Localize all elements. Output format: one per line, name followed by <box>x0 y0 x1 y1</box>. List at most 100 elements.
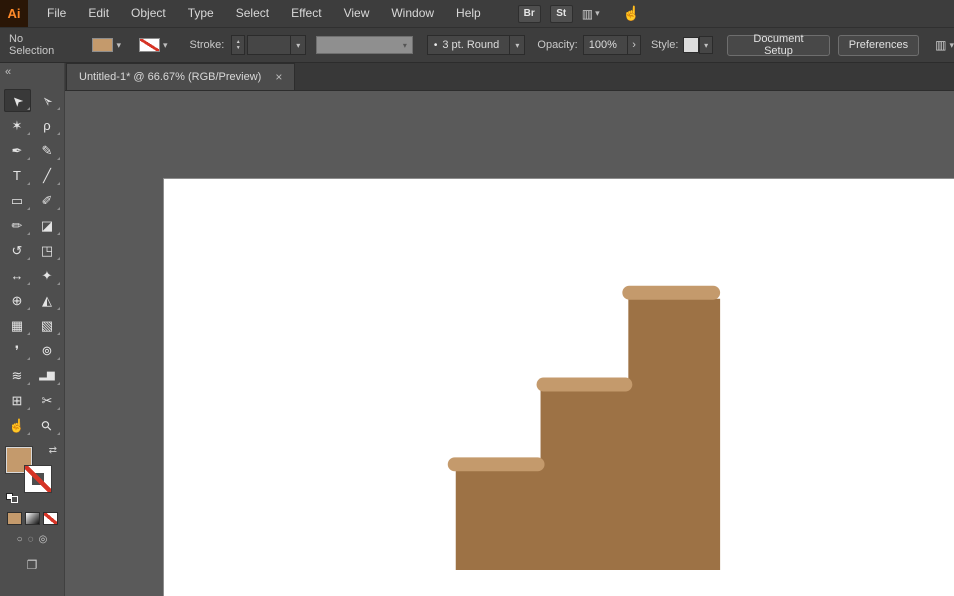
magic-wand-tool[interactable]: ✶ <box>4 114 31 137</box>
rectangle-tool[interactable]: ▭ <box>4 189 31 212</box>
fill-color-swatch[interactable] <box>92 38 113 52</box>
magic-wand-tool-icon: ✶ <box>12 118 23 134</box>
stroke-swatch[interactable] <box>25 466 51 492</box>
selection-tool-icon: ➤ <box>7 91 26 110</box>
scale-tool[interactable]: ◳ <box>34 239 61 262</box>
menu-item-object[interactable]: Object <box>120 0 177 27</box>
menu-item-select[interactable]: Select <box>225 0 280 27</box>
stepper-down-icon[interactable]: ▼ <box>236 45 241 51</box>
rotate-tool[interactable]: ↺ <box>4 239 31 262</box>
perspective-grid-tool[interactable]: ◭ <box>34 289 61 312</box>
brush-definition-dropdown[interactable]: • 3 pt. Round ▾ <box>427 35 526 55</box>
line-segment-tool[interactable]: ╱ <box>34 164 61 187</box>
st-button[interactable]: St <box>550 5 573 23</box>
collapse-panel-icon[interactable]: « <box>5 66 11 78</box>
color-button[interactable] <box>7 512 22 525</box>
lasso-tool[interactable]: ρ <box>34 114 61 137</box>
eyedropper-tool-icon: ❜ <box>15 343 19 359</box>
mesh-tool[interactable]: ▦ <box>4 314 31 337</box>
draw-normal-mode[interactable]: ○ <box>17 534 23 545</box>
graphic-style-swatch[interactable] <box>683 37 699 53</box>
opacity-dropdown-arrow[interactable]: › <box>628 35 641 55</box>
screen-mode-icon[interactable]: ❐ <box>27 558 38 572</box>
style-label[interactable]: Style: <box>651 39 679 51</box>
selection-status: No Selection <box>9 33 70 57</box>
screen-mode-control: ❐ <box>0 558 64 572</box>
paintbrush-tool[interactable]: ✐ <box>34 189 61 212</box>
chevron-down-icon[interactable]: ▾ <box>290 36 305 54</box>
default-fill-stroke-icon[interactable] <box>6 493 18 503</box>
tab-close-icon[interactable]: × <box>275 70 282 84</box>
column-graph-tool[interactable]: ▂▆ <box>34 364 61 387</box>
stroke-weight-stepper[interactable]: ▲ ▼ <box>231 35 245 55</box>
menu-item-file[interactable]: File <box>36 0 77 27</box>
brush-value: • 3 pt. Round <box>428 39 510 51</box>
control-bar: No Selection ▾ ▾ Stroke: ▲ ▼ ▾ ▾ • 3 pt.… <box>0 27 954 63</box>
zoom-tool[interactable]: ⚲ <box>34 414 61 437</box>
slice-tool[interactable]: ✂ <box>34 389 61 412</box>
curvature-tool[interactable]: ✎ <box>34 139 61 162</box>
shape-builder-tool-icon: ⊕ <box>12 293 23 309</box>
blend-tool-icon: ⊚ <box>42 343 53 359</box>
blend-tool[interactable]: ⊚ <box>34 339 61 362</box>
style-dropdown-arrow[interactable]: ▾ <box>699 36 713 54</box>
control-panel-menu-button[interactable]: ▥ ▾ <box>935 38 954 52</box>
type-tool-icon: T <box>13 168 21 183</box>
menu-item-window[interactable]: Window <box>380 0 445 27</box>
pen-tool[interactable]: ✒ <box>4 139 31 162</box>
stroke-label[interactable]: Stroke: <box>190 39 225 51</box>
document-tab-bar: Untitled-1* @ 66.67% (RGB/Preview) × <box>65 63 954 91</box>
pencil-tool[interactable]: ✏ <box>4 214 31 237</box>
draw-inside-mode[interactable]: ◎ <box>39 534 48 545</box>
swap-fill-stroke-icon[interactable]: ⇄ <box>49 445 57 456</box>
stair-tread-top[interactable] <box>622 286 720 300</box>
free-transform-tool[interactable]: ✦ <box>34 264 61 287</box>
document-setup-button[interactable]: Document Setup <box>727 35 830 56</box>
eraser-tool[interactable]: ◪ <box>34 214 61 237</box>
chevron-down-icon[interactable]: ▾ <box>163 40 168 51</box>
stroke-color-control[interactable]: ▾ <box>139 38 168 52</box>
canvas-area[interactable] <box>65 91 954 596</box>
artboard-tool[interactable]: ⊞ <box>4 389 31 412</box>
draw-behind-mode[interactable]: ◌ <box>28 534 34 545</box>
symbol-sprayer-tool[interactable]: ≋ <box>4 364 31 387</box>
chevron-down-icon[interactable]: ▾ <box>116 40 121 51</box>
chevron-down-icon: ▾ <box>398 41 412 50</box>
opacity-value[interactable]: 100% <box>589 39 627 51</box>
menu-item-type[interactable]: Type <box>177 0 225 27</box>
hand-tool[interactable]: ☝ <box>4 414 31 437</box>
none-button[interactable] <box>43 512 58 525</box>
br-button[interactable]: Br <box>518 5 541 23</box>
opacity-label[interactable]: Opacity: <box>537 39 577 51</box>
stairs-artwork[interactable] <box>164 179 954 596</box>
shape-builder-tool[interactable]: ⊕ <box>4 289 31 312</box>
artboard[interactable] <box>163 178 954 596</box>
stairs-body[interactable] <box>456 299 720 570</box>
opacity-input[interactable]: 100% <box>583 35 628 55</box>
selection-tool[interactable]: ➤ <box>4 89 31 112</box>
chevron-down-icon[interactable]: ▾ <box>509 36 524 54</box>
menu-item-edit[interactable]: Edit <box>77 0 120 27</box>
menu-item-help[interactable]: Help <box>445 0 492 27</box>
stair-tread-middle[interactable] <box>537 378 633 392</box>
document-tab-title: Untitled-1* @ 66.67% (RGB/Preview) <box>79 71 261 83</box>
type-tool[interactable]: T <box>4 164 31 187</box>
gradient-button[interactable] <box>25 512 40 525</box>
direct-selection-tool[interactable]: ➢ <box>34 89 61 112</box>
stair-tread-bottom[interactable] <box>448 457 545 471</box>
menu-item-view[interactable]: View <box>333 0 381 27</box>
width-tool[interactable]: ↔ <box>4 264 31 287</box>
gradient-tool[interactable]: ▧ <box>34 314 61 337</box>
menu-item-effect[interactable]: Effect <box>280 0 332 27</box>
align-icon: ▥ <box>935 38 946 52</box>
preferences-button[interactable]: Preferences <box>838 35 919 56</box>
arrange-documents-button[interactable]: ▥ ▾ <box>582 7 600 21</box>
eyedropper-tool[interactable]: ❜ <box>4 339 31 362</box>
stroke-weight-dropdown[interactable]: ▾ <box>247 35 306 55</box>
stroke-color-swatch[interactable] <box>139 38 160 52</box>
touch-workspace-icon[interactable]: ☝ <box>623 5 640 22</box>
document-tab[interactable]: Untitled-1* @ 66.67% (RGB/Preview) × <box>66 63 295 90</box>
stroke-none-slash-icon <box>25 466 51 492</box>
tools-panel-header: « <box>0 63 64 89</box>
fill-color-control[interactable]: ▾ <box>92 38 121 52</box>
